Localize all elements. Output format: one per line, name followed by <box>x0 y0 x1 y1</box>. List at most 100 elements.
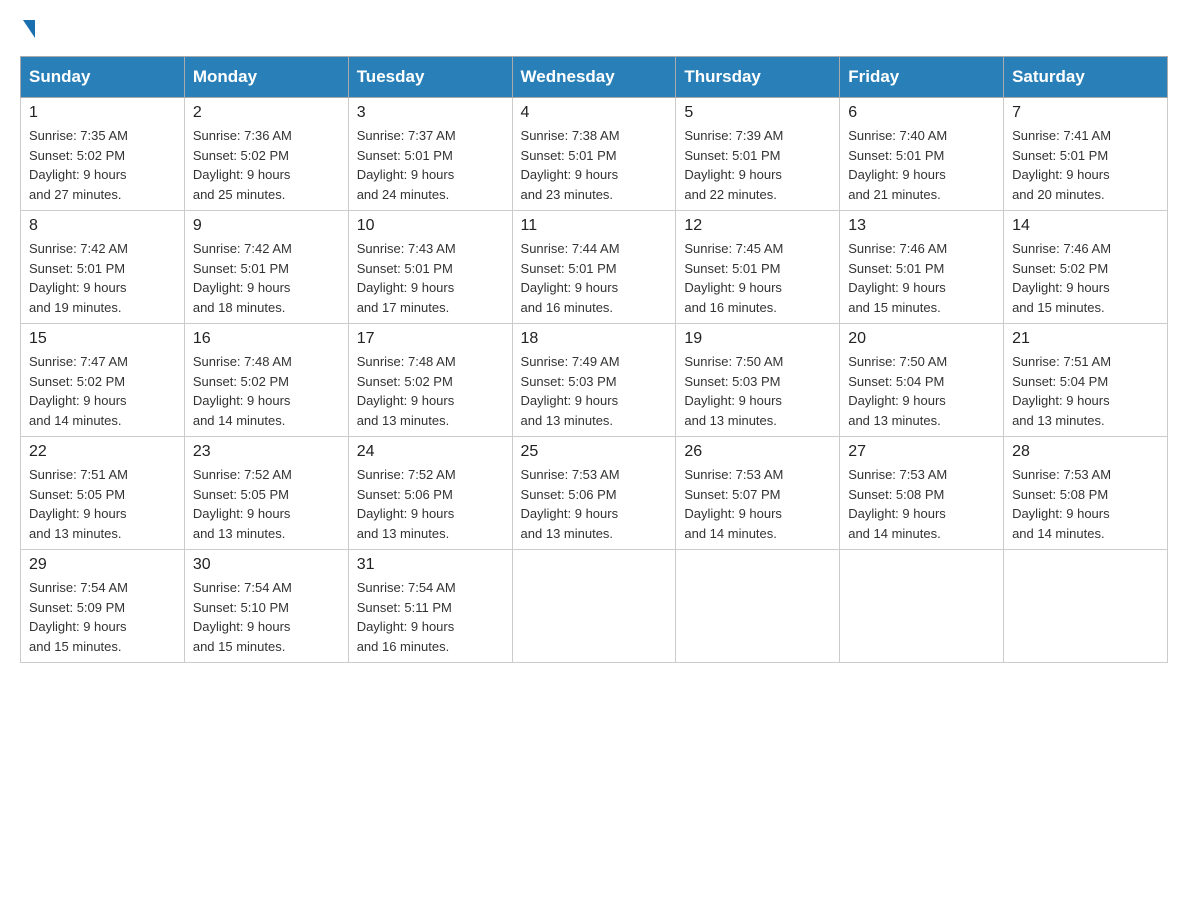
weekday-header-saturday: Saturday <box>1004 57 1168 98</box>
calendar-cell: 27 Sunrise: 7:53 AM Sunset: 5:08 PM Dayl… <box>840 437 1004 550</box>
calendar-cell: 19 Sunrise: 7:50 AM Sunset: 5:03 PM Dayl… <box>676 324 840 437</box>
day-info: Sunrise: 7:48 AM Sunset: 5:02 PM Dayligh… <box>357 352 504 430</box>
day-number: 20 <box>848 330 995 348</box>
day-info: Sunrise: 7:54 AM Sunset: 5:11 PM Dayligh… <box>357 578 504 656</box>
day-info: Sunrise: 7:38 AM Sunset: 5:01 PM Dayligh… <box>521 126 668 204</box>
weekday-header-wednesday: Wednesday <box>512 57 676 98</box>
calendar-cell: 13 Sunrise: 7:46 AM Sunset: 5:01 PM Dayl… <box>840 211 1004 324</box>
calendar-cell: 26 Sunrise: 7:53 AM Sunset: 5:07 PM Dayl… <box>676 437 840 550</box>
calendar-cell: 25 Sunrise: 7:53 AM Sunset: 5:06 PM Dayl… <box>512 437 676 550</box>
calendar-cell: 29 Sunrise: 7:54 AM Sunset: 5:09 PM Dayl… <box>21 550 185 663</box>
day-info: Sunrise: 7:53 AM Sunset: 5:06 PM Dayligh… <box>521 465 668 543</box>
calendar-cell: 6 Sunrise: 7:40 AM Sunset: 5:01 PM Dayli… <box>840 98 1004 211</box>
day-number: 2 <box>193 104 340 122</box>
weekday-header-sunday: Sunday <box>21 57 185 98</box>
calendar-table: SundayMondayTuesdayWednesdayThursdayFrid… <box>20 56 1168 663</box>
day-info: Sunrise: 7:50 AM Sunset: 5:04 PM Dayligh… <box>848 352 995 430</box>
day-number: 29 <box>29 556 176 574</box>
day-number: 19 <box>684 330 831 348</box>
day-number: 4 <box>521 104 668 122</box>
calendar-cell: 31 Sunrise: 7:54 AM Sunset: 5:11 PM Dayl… <box>348 550 512 663</box>
day-number: 31 <box>357 556 504 574</box>
day-number: 11 <box>521 217 668 235</box>
day-info: Sunrise: 7:42 AM Sunset: 5:01 PM Dayligh… <box>193 239 340 317</box>
day-number: 13 <box>848 217 995 235</box>
day-info: Sunrise: 7:53 AM Sunset: 5:08 PM Dayligh… <box>1012 465 1159 543</box>
calendar-cell: 14 Sunrise: 7:46 AM Sunset: 5:02 PM Dayl… <box>1004 211 1168 324</box>
day-number: 5 <box>684 104 831 122</box>
calendar-cell: 16 Sunrise: 7:48 AM Sunset: 5:02 PM Dayl… <box>184 324 348 437</box>
weekday-header-friday: Friday <box>840 57 1004 98</box>
logo <box>20 20 35 36</box>
day-info: Sunrise: 7:42 AM Sunset: 5:01 PM Dayligh… <box>29 239 176 317</box>
day-number: 22 <box>29 443 176 461</box>
weekday-header-thursday: Thursday <box>676 57 840 98</box>
calendar-cell: 28 Sunrise: 7:53 AM Sunset: 5:08 PM Dayl… <box>1004 437 1168 550</box>
day-info: Sunrise: 7:45 AM Sunset: 5:01 PM Dayligh… <box>684 239 831 317</box>
day-info: Sunrise: 7:50 AM Sunset: 5:03 PM Dayligh… <box>684 352 831 430</box>
day-number: 9 <box>193 217 340 235</box>
calendar-cell: 30 Sunrise: 7:54 AM Sunset: 5:10 PM Dayl… <box>184 550 348 663</box>
day-info: Sunrise: 7:37 AM Sunset: 5:01 PM Dayligh… <box>357 126 504 204</box>
day-number: 15 <box>29 330 176 348</box>
calendar-cell <box>840 550 1004 663</box>
calendar-cell: 20 Sunrise: 7:50 AM Sunset: 5:04 PM Dayl… <box>840 324 1004 437</box>
day-number: 18 <box>521 330 668 348</box>
calendar-cell: 21 Sunrise: 7:51 AM Sunset: 5:04 PM Dayl… <box>1004 324 1168 437</box>
weekday-header-monday: Monday <box>184 57 348 98</box>
day-info: Sunrise: 7:54 AM Sunset: 5:09 PM Dayligh… <box>29 578 176 656</box>
day-info: Sunrise: 7:52 AM Sunset: 5:06 PM Dayligh… <box>357 465 504 543</box>
calendar-cell <box>512 550 676 663</box>
calendar-cell: 2 Sunrise: 7:36 AM Sunset: 5:02 PM Dayli… <box>184 98 348 211</box>
calendar-week-row: 29 Sunrise: 7:54 AM Sunset: 5:09 PM Dayl… <box>21 550 1168 663</box>
day-info: Sunrise: 7:39 AM Sunset: 5:01 PM Dayligh… <box>684 126 831 204</box>
day-info: Sunrise: 7:35 AM Sunset: 5:02 PM Dayligh… <box>29 126 176 204</box>
calendar-cell: 1 Sunrise: 7:35 AM Sunset: 5:02 PM Dayli… <box>21 98 185 211</box>
day-info: Sunrise: 7:54 AM Sunset: 5:10 PM Dayligh… <box>193 578 340 656</box>
day-number: 28 <box>1012 443 1159 461</box>
day-number: 25 <box>521 443 668 461</box>
logo-triangle-icon <box>23 20 35 38</box>
day-number: 3 <box>357 104 504 122</box>
calendar-week-row: 22 Sunrise: 7:51 AM Sunset: 5:05 PM Dayl… <box>21 437 1168 550</box>
day-number: 17 <box>357 330 504 348</box>
day-info: Sunrise: 7:53 AM Sunset: 5:07 PM Dayligh… <box>684 465 831 543</box>
day-number: 12 <box>684 217 831 235</box>
day-number: 30 <box>193 556 340 574</box>
calendar-cell: 10 Sunrise: 7:43 AM Sunset: 5:01 PM Dayl… <box>348 211 512 324</box>
day-info: Sunrise: 7:41 AM Sunset: 5:01 PM Dayligh… <box>1012 126 1159 204</box>
calendar-cell: 3 Sunrise: 7:37 AM Sunset: 5:01 PM Dayli… <box>348 98 512 211</box>
day-info: Sunrise: 7:51 AM Sunset: 5:05 PM Dayligh… <box>29 465 176 543</box>
weekday-header-tuesday: Tuesday <box>348 57 512 98</box>
calendar-cell: 5 Sunrise: 7:39 AM Sunset: 5:01 PM Dayli… <box>676 98 840 211</box>
day-number: 14 <box>1012 217 1159 235</box>
calendar-cell: 12 Sunrise: 7:45 AM Sunset: 5:01 PM Dayl… <box>676 211 840 324</box>
page-header <box>20 20 1168 36</box>
day-info: Sunrise: 7:43 AM Sunset: 5:01 PM Dayligh… <box>357 239 504 317</box>
calendar-cell: 22 Sunrise: 7:51 AM Sunset: 5:05 PM Dayl… <box>21 437 185 550</box>
calendar-cell: 24 Sunrise: 7:52 AM Sunset: 5:06 PM Dayl… <box>348 437 512 550</box>
calendar-cell <box>676 550 840 663</box>
day-info: Sunrise: 7:52 AM Sunset: 5:05 PM Dayligh… <box>193 465 340 543</box>
day-number: 10 <box>357 217 504 235</box>
calendar-cell: 18 Sunrise: 7:49 AM Sunset: 5:03 PM Dayl… <box>512 324 676 437</box>
calendar-cell: 4 Sunrise: 7:38 AM Sunset: 5:01 PM Dayli… <box>512 98 676 211</box>
calendar-cell: 8 Sunrise: 7:42 AM Sunset: 5:01 PM Dayli… <box>21 211 185 324</box>
calendar-week-row: 15 Sunrise: 7:47 AM Sunset: 5:02 PM Dayl… <box>21 324 1168 437</box>
day-info: Sunrise: 7:49 AM Sunset: 5:03 PM Dayligh… <box>521 352 668 430</box>
day-info: Sunrise: 7:46 AM Sunset: 5:01 PM Dayligh… <box>848 239 995 317</box>
day-info: Sunrise: 7:47 AM Sunset: 5:02 PM Dayligh… <box>29 352 176 430</box>
day-info: Sunrise: 7:51 AM Sunset: 5:04 PM Dayligh… <box>1012 352 1159 430</box>
day-number: 8 <box>29 217 176 235</box>
day-number: 26 <box>684 443 831 461</box>
day-number: 23 <box>193 443 340 461</box>
day-number: 7 <box>1012 104 1159 122</box>
day-number: 1 <box>29 104 176 122</box>
calendar-cell: 7 Sunrise: 7:41 AM Sunset: 5:01 PM Dayli… <box>1004 98 1168 211</box>
day-number: 6 <box>848 104 995 122</box>
calendar-cell: 17 Sunrise: 7:48 AM Sunset: 5:02 PM Dayl… <box>348 324 512 437</box>
day-info: Sunrise: 7:46 AM Sunset: 5:02 PM Dayligh… <box>1012 239 1159 317</box>
day-info: Sunrise: 7:40 AM Sunset: 5:01 PM Dayligh… <box>848 126 995 204</box>
day-number: 16 <box>193 330 340 348</box>
calendar-cell: 11 Sunrise: 7:44 AM Sunset: 5:01 PM Dayl… <box>512 211 676 324</box>
